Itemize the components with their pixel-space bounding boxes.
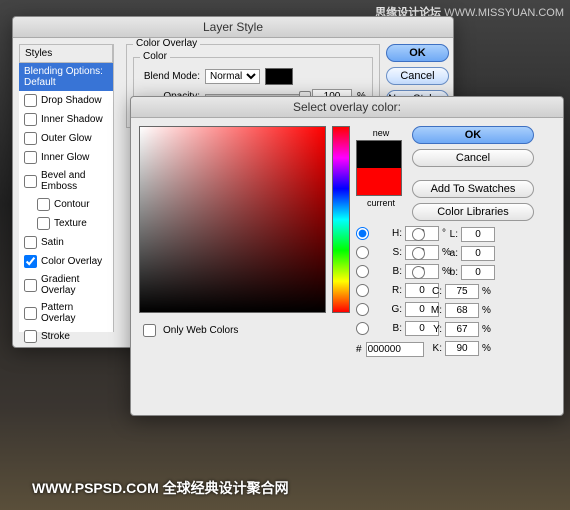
layer-style-title: Layer Style — [13, 17, 453, 38]
texture-checkbox[interactable] — [37, 217, 50, 230]
outer-glow-checkbox[interactable] — [24, 132, 37, 145]
lb-input[interactable] — [461, 265, 495, 280]
style-inner-shadow[interactable]: Inner Shadow — [19, 110, 113, 129]
stroke-checkbox[interactable] — [24, 330, 37, 343]
lb-radio[interactable] — [412, 266, 425, 279]
blending-options-default[interactable]: Blending Options: Default — [19, 63, 113, 91]
y-input[interactable] — [445, 322, 479, 337]
overlay-color-swatch[interactable] — [265, 68, 293, 85]
style-bevel-emboss[interactable]: Bevel and Emboss — [19, 167, 113, 195]
c-input[interactable] — [445, 284, 479, 299]
style-drop-shadow[interactable]: Drop Shadow — [19, 91, 113, 110]
current-label: current — [356, 198, 406, 208]
style-pattern-overlay[interactable]: Pattern Overlay — [19, 299, 113, 327]
blend-mode-select[interactable]: Normal — [205, 69, 260, 84]
contour-checkbox[interactable] — [37, 198, 50, 211]
k-input[interactable] — [445, 341, 479, 356]
m-input[interactable] — [445, 303, 479, 318]
satin-checkbox[interactable] — [24, 236, 37, 249]
style-gradient-overlay[interactable]: Gradient Overlay — [19, 271, 113, 299]
gradient-overlay-checkbox[interactable] — [24, 279, 37, 292]
style-texture[interactable]: Texture — [19, 214, 113, 233]
ls-cancel-button[interactable]: Cancel — [386, 67, 449, 85]
cp-ok-button[interactable]: OK — [412, 126, 534, 144]
g-radio[interactable] — [356, 303, 369, 316]
color-overlay-checkbox[interactable] — [24, 255, 37, 268]
style-contour[interactable]: Contour — [19, 195, 113, 214]
style-inner-glow[interactable]: Inner Glow — [19, 148, 113, 167]
cp-cancel-button[interactable]: Cancel — [412, 149, 534, 167]
color-overlay-legend: Color Overlay — [133, 38, 200, 49]
style-stroke[interactable]: Stroke — [19, 327, 113, 346]
a-radio[interactable] — [412, 247, 425, 260]
add-to-swatches-button[interactable]: Add To Swatches — [412, 180, 534, 198]
r-radio[interactable] — [356, 284, 369, 297]
style-color-overlay[interactable]: Color Overlay — [19, 252, 113, 271]
new-label: new — [356, 128, 406, 138]
styles-list: Styles Blending Options: Default Drop Sh… — [19, 44, 114, 332]
a-input[interactable] — [461, 246, 495, 261]
styles-header[interactable]: Styles — [19, 44, 113, 63]
color-preview — [356, 140, 402, 196]
only-web-colors-label: Only Web Colors — [163, 325, 238, 336]
l-radio[interactable] — [412, 228, 425, 241]
color-picker-title: Select overlay color: — [131, 97, 563, 118]
s-radio[interactable] — [356, 246, 369, 259]
bevel-emboss-checkbox[interactable] — [24, 175, 37, 188]
inner-shadow-checkbox[interactable] — [24, 113, 37, 126]
pattern-overlay-checkbox[interactable] — [24, 307, 37, 320]
l-input[interactable] — [461, 227, 495, 242]
bl-radio[interactable] — [356, 322, 369, 335]
only-web-colors-checkbox[interactable] — [143, 324, 156, 337]
drop-shadow-checkbox[interactable] — [24, 94, 37, 107]
inner-glow-checkbox[interactable] — [24, 151, 37, 164]
ls-ok-button[interactable]: OK — [386, 44, 449, 62]
color-picker-window: Select overlay color: Only Web Colors ne… — [130, 96, 564, 416]
blend-mode-label: Blend Mode: — [140, 71, 200, 82]
h-radio[interactable] — [356, 227, 369, 240]
watermark-bottom: WWW.PSPSD.COM 全球经典设计聚合网 — [32, 478, 289, 498]
color-legend: Color — [140, 51, 170, 62]
hue-slider[interactable] — [332, 126, 350, 313]
color-field[interactable] — [139, 126, 326, 313]
hash-label: # — [356, 344, 362, 355]
color-libraries-button[interactable]: Color Libraries — [412, 203, 534, 221]
style-outer-glow[interactable]: Outer Glow — [19, 129, 113, 148]
style-satin[interactable]: Satin — [19, 233, 113, 252]
b-radio[interactable] — [356, 265, 369, 278]
